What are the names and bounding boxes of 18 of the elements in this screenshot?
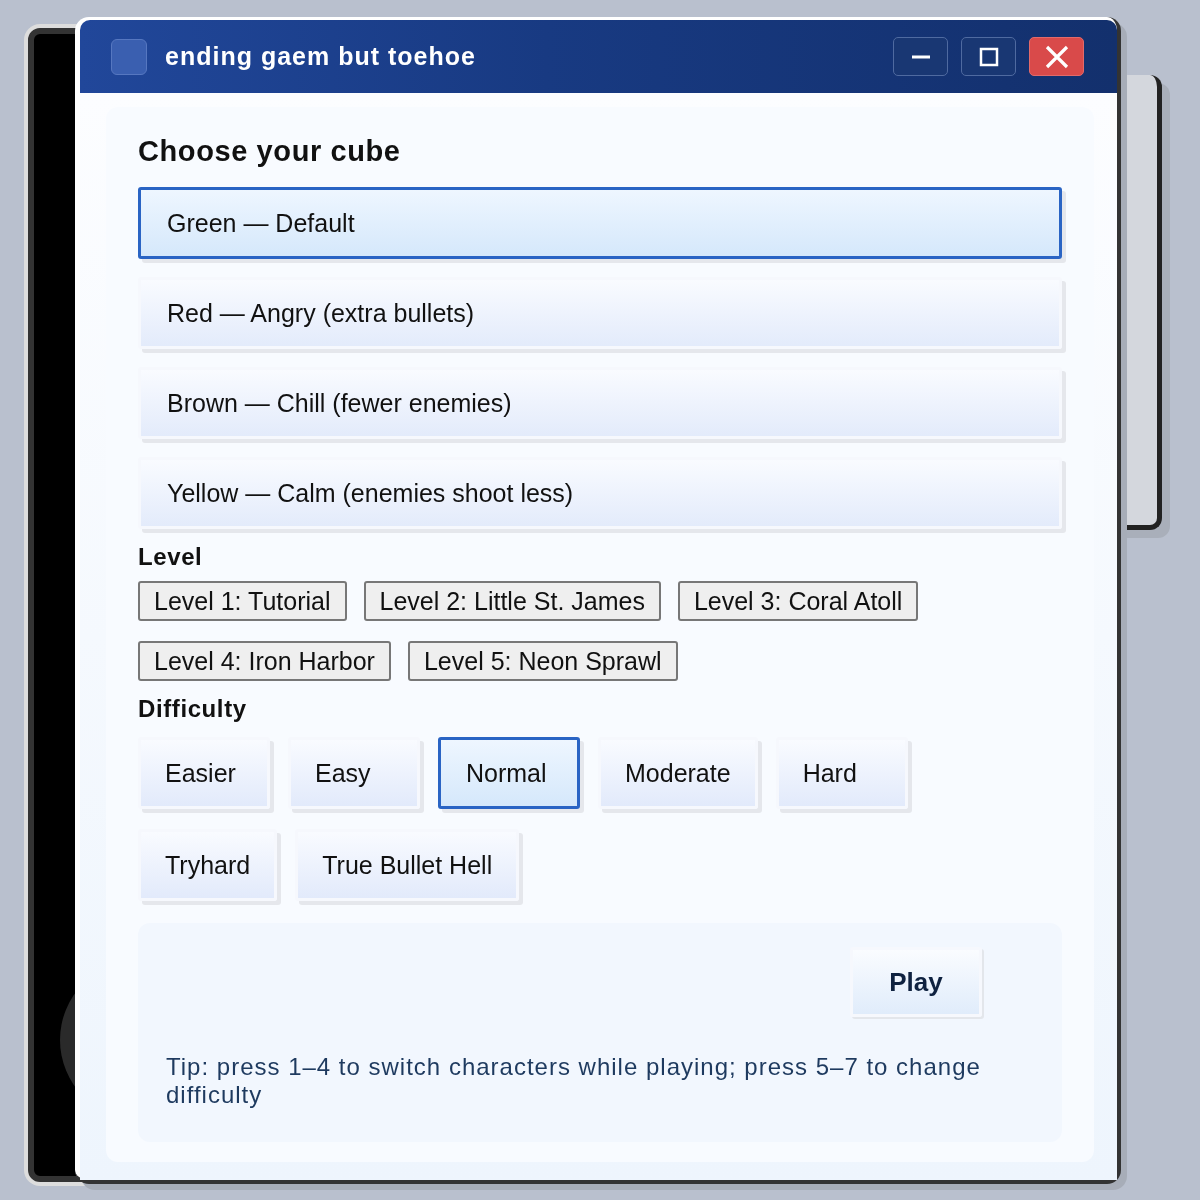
tip-text: Tip: press 1–4 to switch characters while playing; press 5–7 to change difficulty bbox=[166, 1053, 982, 1109]
play-button[interactable]: Play bbox=[850, 947, 982, 1017]
section-heading: Difficulty bbox=[138, 695, 248, 723]
section-heading: Level bbox=[138, 543, 204, 571]
app-icon bbox=[111, 38, 147, 75]
minimize-button[interactable] bbox=[893, 37, 948, 76]
close-button[interactable] bbox=[1029, 37, 1084, 76]
level-button[interactable]: Level 1: Tutorial bbox=[138, 581, 347, 621]
section-heading: Choose your cube bbox=[138, 135, 402, 168]
level-button[interactable]: Level 2: Little St. James bbox=[363, 581, 661, 621]
close-icon bbox=[1043, 43, 1070, 70]
maximize-icon bbox=[978, 46, 999, 67]
level-button[interactable]: Level 3: Coral Atoll bbox=[677, 581, 919, 621]
level-button[interactable]: Level 5: Neon Sprawl bbox=[407, 641, 678, 681]
window-title: ending gaem but toehoe bbox=[165, 42, 477, 71]
minimize-icon bbox=[910, 54, 931, 59]
maximize-button[interactable] bbox=[961, 37, 1016, 76]
level-button[interactable]: Level 4: Iron Harbor bbox=[138, 641, 391, 681]
